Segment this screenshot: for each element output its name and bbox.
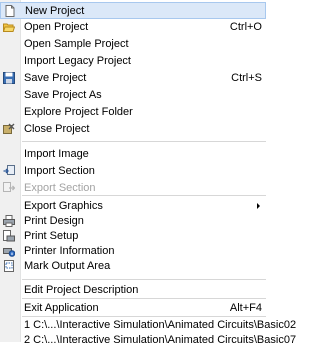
menu-item-close-project[interactable]: Close Project (0, 121, 266, 138)
menu-item-label: Mark Output Area (24, 260, 111, 272)
floppy-disk-icon (3, 72, 15, 84)
menu-item-explore-project-folder[interactable]: Explore Project Folder (0, 104, 266, 121)
submenu-arrow-icon (257, 203, 260, 209)
menu-item-label: 1 C:\...\Interactive Simulation\Animated… (24, 319, 297, 331)
shortcut-text: Ctrl+O (229, 21, 262, 33)
menu-item-label: Export Graphics (24, 200, 103, 212)
menu-item-import-image[interactable]: Import Image (0, 146, 266, 163)
shortcut-text: Ctrl+S (231, 72, 262, 84)
menu-item-mark-output-area[interactable]: Mark Output Area (0, 258, 266, 275)
menu-separator (22, 141, 266, 142)
menu-item-label: Edit Project Description (24, 284, 139, 296)
menu-item-label: Import Image (24, 148, 89, 160)
menu-item-label: Print Design (24, 215, 84, 227)
menu-item-recent-project[interactable]: 1 C:\...\Interactive Simulation\Animated… (0, 318, 296, 333)
menu-item-save-project-as[interactable]: Save Project As (0, 87, 266, 104)
menu-item-label: Print Setup (24, 230, 79, 242)
export-section-icon (3, 182, 15, 192)
menu-item-label: Import Legacy Project (24, 55, 131, 67)
menu-item-label: Save Project As (24, 89, 102, 101)
mark-output-icon (4, 260, 14, 272)
menu-item-label: Exit Application (24, 302, 99, 314)
menu-item-label: Printer Information (24, 245, 115, 257)
printer-icon (3, 215, 15, 227)
menu-item-open-project[interactable]: Open Project Ctrl+O (0, 19, 266, 36)
menu-item-label: Close Project (24, 123, 90, 135)
menu-item-label: Export Section (24, 182, 96, 194)
menu-item-open-sample-project[interactable]: Open Sample Project (0, 36, 266, 53)
close-project-icon (3, 123, 15, 134)
menu-separator (22, 279, 266, 280)
menu-separator (22, 195, 266, 196)
menu-item-import-legacy-project[interactable]: Import Legacy Project (0, 53, 266, 70)
file-menu: New Project Open Project Ctrl+O Open Sam… (0, 0, 296, 346)
open-folder-icon (3, 23, 15, 32)
menu-item-recent-project[interactable]: 2 C:\...\Interactive Simulation\Animated… (0, 333, 296, 348)
new-document-icon (5, 5, 15, 17)
menu-item-edit-project-description[interactable]: Edit Project Description (0, 282, 266, 299)
menu-item-import-section[interactable]: Import Section (0, 163, 266, 180)
print-setup-icon (3, 230, 15, 242)
menu-item-label: Import Section (24, 165, 95, 177)
menu-separator (22, 298, 266, 299)
printer-info-icon (3, 248, 15, 257)
import-section-icon (3, 165, 15, 175)
menu-item-exit-application[interactable]: Exit Application Alt+F4 (0, 300, 266, 317)
menu-item-save-project[interactable]: Save Project Ctrl+S (0, 70, 266, 87)
menu-item-label: Open Project (24, 21, 89, 33)
menu-item-new-project[interactable]: New Project (0, 2, 266, 19)
shortcut-text: Alt+F4 (229, 302, 262, 314)
menu-item-label: New Project (25, 5, 85, 17)
menu-item-label: Save Project (24, 72, 87, 84)
menu-item-label: Explore Project Folder (24, 106, 133, 118)
menu-item-label: 2 C:\...\Interactive Simulation\Animated… (24, 334, 297, 346)
menu-separator (22, 316, 266, 317)
menu-item-label: Open Sample Project (24, 38, 129, 50)
